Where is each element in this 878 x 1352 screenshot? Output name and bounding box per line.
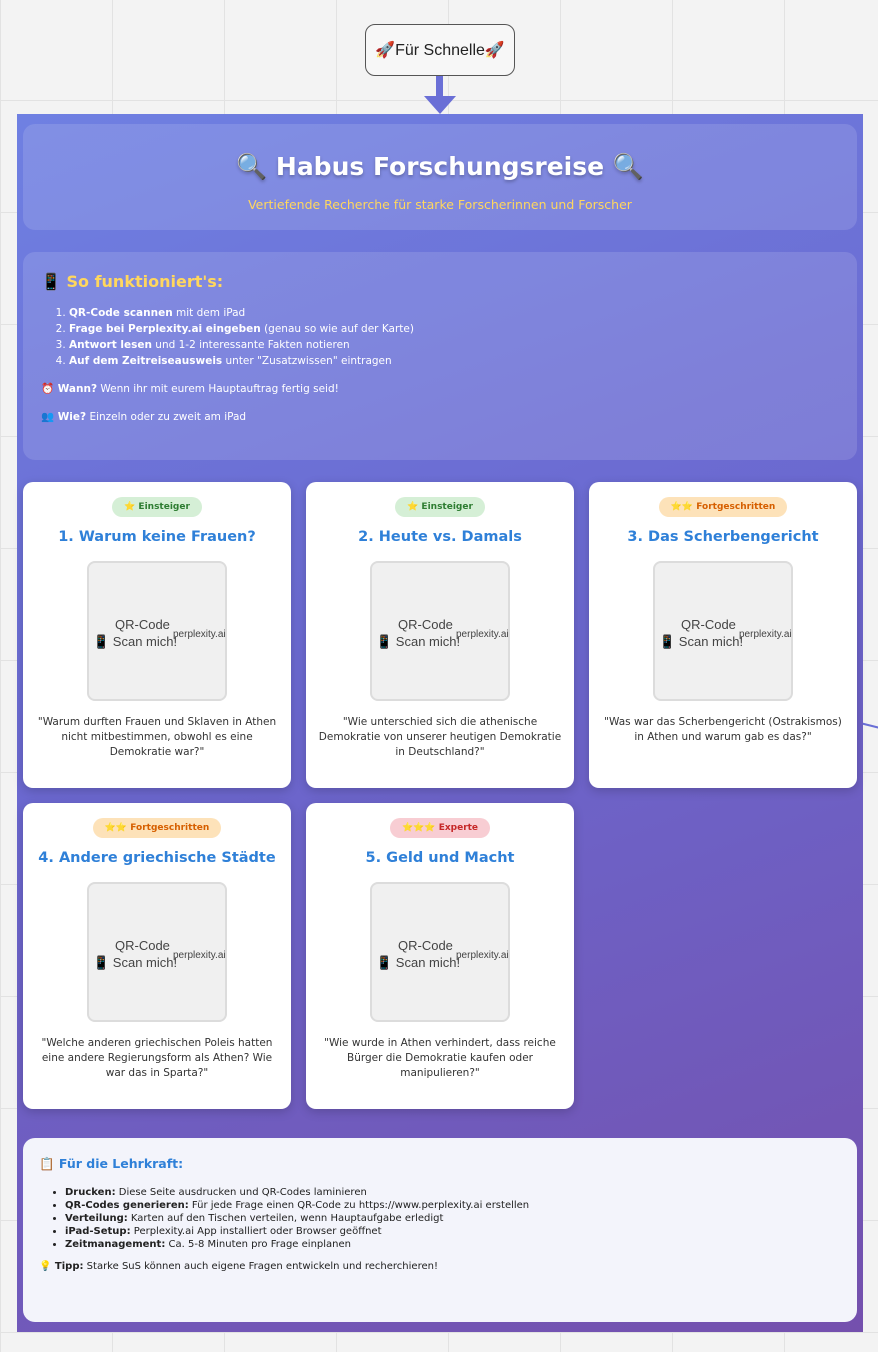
qr-scan-label: 📱 Scan mich!	[93, 634, 178, 649]
howto-step: Frage bei Perplexity.ai eingeben (genau …	[69, 321, 839, 337]
board-frame[interactable]: 🔍 Habus Forschungsreise 🔍 Vertiefende Re…	[17, 114, 863, 1332]
item-bold: iPad-Setup:	[65, 1226, 131, 1237]
tip-line: 💡 Tipp: Starke SuS können auch eigene Fr…	[39, 1261, 841, 1272]
qr-code-placeholder: QR-Code 📱 Scan mich! perplexity.ai	[87, 882, 227, 1022]
qr-label: QR-Code	[115, 938, 170, 953]
step-bold: QR-Code scannen	[69, 307, 173, 319]
question-card-3[interactable]: ⭐⭐ Fortgeschritten 3. Das Scherbengerich…	[589, 482, 857, 788]
how-text: Einzeln oder zu zweit am iPad	[86, 411, 247, 423]
howto-title: 📱 So funktioniert's:	[41, 272, 224, 291]
when-label: ⏰ Wann?	[41, 383, 98, 395]
qr-scan-label: 📱 Scan mich!	[376, 634, 461, 649]
qr-label: QR-Code	[681, 617, 736, 632]
when-line: ⏰ Wann? Wenn ihr mit eurem Hauptauftrag …	[41, 381, 839, 397]
qr-domain: perplexity.ai	[456, 950, 509, 961]
step-bold: Antwort lesen	[69, 339, 152, 351]
card-title: 3. Das Scherbengericht	[627, 529, 819, 545]
card-title: 4. Andere griechische Städte	[38, 850, 276, 866]
qr-domain: perplexity.ai	[173, 950, 226, 961]
teacher-item: Zeitmanagement: Ca. 5-8 Minuten pro Frag…	[65, 1238, 841, 1251]
step-text: und 1-2 interessante Fakten notieren	[151, 339, 350, 351]
level-badge: ⭐⭐ Fortgeschritten	[92, 818, 222, 838]
level-badge: ⭐ Einsteiger	[112, 497, 202, 517]
connector-arrowhead	[424, 96, 456, 114]
step-text: mit dem iPad	[172, 307, 246, 319]
item-text: Diese Seite ausdrucken und QR-Codes lami…	[115, 1187, 367, 1198]
item-text: Karten auf den Tischen verteilen, wenn H…	[127, 1213, 444, 1224]
step-text: (genau so wie auf der Karte)	[260, 323, 414, 335]
qr-scan-label: 📱 Scan mich!	[376, 955, 461, 970]
card-question: "Warum durften Frauen und Sklaven in Ath…	[37, 716, 277, 758]
qr-domain: perplexity.ai	[173, 629, 226, 640]
page-title: 🔍 Habus Forschungsreise 🔍	[236, 152, 644, 181]
question-card-5[interactable]: ⭐⭐⭐ Experte 5. Geld und Macht QR-Code 📱 …	[306, 803, 574, 1109]
howto-step: Antwort lesen und 1-2 interessante Fakte…	[69, 337, 839, 353]
teacher-title: 📋 Für die Lehrkraft:	[39, 1156, 184, 1171]
item-bold: Zeitmanagement:	[65, 1239, 166, 1250]
card-title: 5. Geld und Macht	[365, 850, 515, 866]
level-badge: ⭐ Einsteiger	[395, 497, 485, 517]
how-line: 👥 Wie? Einzeln oder zu zweit am iPad	[41, 409, 839, 425]
question-card-4[interactable]: ⭐⭐ Fortgeschritten 4. Andere griechische…	[23, 803, 291, 1109]
node-label: 🚀Für Schnelle🚀	[375, 42, 505, 59]
step-bold: Auf dem Zeitreiseausweis	[69, 355, 223, 367]
item-bold: QR-Codes generieren:	[65, 1200, 189, 1211]
howto-step: Auf dem Zeitreiseausweis unter "Zusatzwi…	[69, 353, 839, 369]
qr-code-placeholder: QR-Code 📱 Scan mich! perplexity.ai	[370, 561, 510, 701]
howto-steps: QR-Code scannen mit dem iPad Frage bei P…	[41, 305, 839, 369]
question-card-2[interactable]: ⭐ Einsteiger 2. Heute vs. Damals QR-Code…	[306, 482, 574, 788]
qr-code-placeholder: QR-Code 📱 Scan mich! perplexity.ai	[653, 561, 793, 701]
teacher-list: Drucken: Diese Seite ausdrucken und QR-C…	[39, 1186, 841, 1251]
item-bold: Verteilung:	[65, 1213, 128, 1224]
card-title: 2. Heute vs. Damals	[358, 529, 522, 545]
card-question: "Was war das Scherbengericht (Ostrakismo…	[604, 716, 842, 743]
card-question: "Wie wurde in Athen verhindert, dass rei…	[324, 1037, 556, 1079]
level-badge: ⭐⭐⭐ Experte	[389, 818, 491, 838]
teacher-section: 📋 Für die Lehrkraft: Drucken: Diese Seit…	[23, 1138, 857, 1322]
item-text: Für jede Frage einen QR-Code zu https://…	[188, 1200, 530, 1211]
card-question: "Wie unterschied sich die athenische Dem…	[318, 716, 562, 758]
qr-label: QR-Code	[398, 938, 453, 953]
how-label: 👥 Wie?	[41, 411, 87, 423]
when-text: Wenn ihr mit eurem Hauptauftrag fertig s…	[97, 383, 339, 395]
qr-label: QR-Code	[115, 617, 170, 632]
teacher-item: QR-Codes generieren: Für jede Frage eine…	[65, 1199, 841, 1212]
item-text: Ca. 5-8 Minuten pro Frage einplanen	[165, 1239, 352, 1250]
flow-node-fuer-schnelle[interactable]: 🚀Für Schnelle🚀	[365, 24, 515, 76]
step-text: unter "Zusatzwissen" eintragen	[222, 355, 392, 367]
question-card-1[interactable]: ⭐ Einsteiger 1. Warum keine Frauen? QR-C…	[23, 482, 291, 788]
qr-code-placeholder: QR-Code 📱 Scan mich! perplexity.ai	[370, 882, 510, 1022]
qr-domain: perplexity.ai	[739, 629, 792, 640]
howto-step: QR-Code scannen mit dem iPad	[69, 305, 839, 321]
step-bold: Frage bei Perplexity.ai eingeben	[69, 323, 261, 335]
tip-label: 💡 Tipp:	[39, 1261, 84, 1272]
qr-scan-label: 📱 Scan mich!	[93, 955, 178, 970]
qr-domain: perplexity.ai	[456, 629, 509, 640]
header: 🔍 Habus Forschungsreise 🔍 Vertiefende Re…	[23, 124, 857, 230]
qr-label: QR-Code	[398, 617, 453, 632]
card-title: 1. Warum keine Frauen?	[58, 529, 256, 545]
qr-code-placeholder: QR-Code 📱 Scan mich! perplexity.ai	[87, 561, 227, 701]
howto-section: 📱 So funktioniert's: QR-Code scannen mit…	[23, 252, 857, 460]
item-text: Perplexity.ai App installiert oder Brows…	[130, 1226, 382, 1237]
tip-text: Starke SuS können auch eigene Fragen ent…	[83, 1261, 438, 1272]
card-question: "Welche anderen griechischen Poleis hatt…	[41, 1037, 273, 1079]
teacher-item: iPad-Setup: Perplexity.ai App installier…	[65, 1225, 841, 1238]
teacher-item: Verteilung: Karten auf den Tischen verte…	[65, 1212, 841, 1225]
item-bold: Drucken:	[65, 1187, 116, 1198]
teacher-item: Drucken: Diese Seite ausdrucken und QR-C…	[65, 1186, 841, 1199]
page-subtitle: Vertiefende Recherche für starke Forsche…	[248, 197, 632, 212]
level-badge: ⭐⭐ Fortgeschritten	[658, 497, 788, 517]
qr-scan-label: 📱 Scan mich!	[659, 634, 744, 649]
